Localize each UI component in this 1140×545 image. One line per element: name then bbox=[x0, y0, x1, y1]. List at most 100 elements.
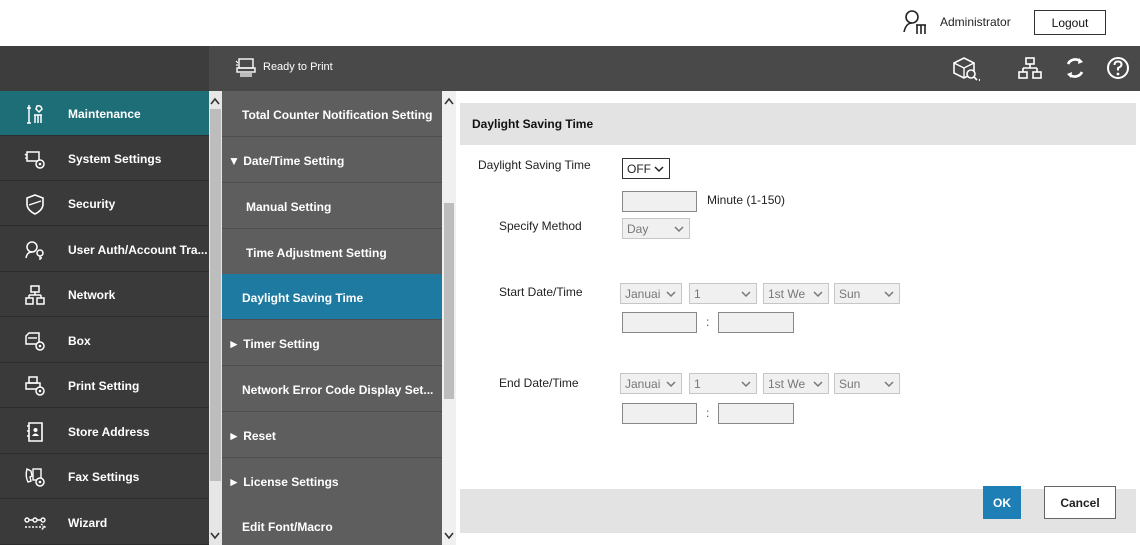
end-week-value: 1st We bbox=[768, 377, 806, 391]
network-icon bbox=[25, 285, 45, 305]
sub-menu-item-time-adjustment[interactable]: Time Adjustment Setting bbox=[222, 229, 442, 275]
start-week-select[interactable]: 1st We bbox=[763, 283, 829, 304]
end-month-select[interactable]: Januai bbox=[620, 373, 682, 394]
sub-menu-item-reset[interactable]: ► Reset bbox=[222, 412, 442, 458]
content-panel: Daylight Saving Time Daylight Saving Tim… bbox=[456, 91, 1140, 545]
left-menu-item-print-setting[interactable]: Print Setting bbox=[0, 363, 209, 408]
status-text: Ready to Print bbox=[263, 61, 333, 73]
refresh-icon[interactable] bbox=[1060, 53, 1090, 83]
sub-menu-label: Network Error Code Display Set... bbox=[242, 383, 434, 397]
sub-menu-item-total-counter[interactable]: Total Counter Notification Setting bbox=[222, 91, 442, 137]
device-search-icon[interactable] bbox=[950, 53, 980, 83]
sub-menu-item-daylight-saving[interactable]: Daylight Saving Time bbox=[222, 274, 442, 320]
user-auth-icon bbox=[25, 241, 44, 260]
sub-menu-item-network-error-code[interactable]: Network Error Code Display Set... bbox=[222, 366, 442, 412]
chevron-down-icon bbox=[813, 381, 823, 388]
sub-menu-label: Edit Font/Macro bbox=[242, 520, 333, 534]
administrator-icon bbox=[903, 10, 926, 34]
left-menu-scrollbar[interactable] bbox=[209, 91, 222, 545]
left-menu-item-network[interactable]: Network bbox=[0, 272, 209, 317]
top-bar: Administrator Logout bbox=[0, 0, 1140, 46]
left-menu-label: Box bbox=[68, 334, 91, 348]
chevron-down-icon bbox=[666, 381, 676, 388]
left-menu-label: Security bbox=[68, 197, 116, 211]
end-day-select[interactable]: 1 bbox=[689, 373, 757, 394]
start-month-select[interactable]: Januai bbox=[620, 283, 682, 304]
scroll-down-icon[interactable] bbox=[209, 531, 221, 541]
sub-menu: Total Counter Notification Setting ▼ Dat… bbox=[222, 91, 442, 545]
sub-menu-scroll-thumb[interactable] bbox=[444, 203, 454, 399]
minute-input[interactable] bbox=[622, 191, 697, 212]
left-menu-item-maintenance[interactable]: Maintenance bbox=[0, 91, 209, 136]
scroll-down-icon[interactable] bbox=[443, 531, 455, 541]
start-minute-input[interactable] bbox=[718, 312, 794, 333]
sub-menu-item-edit-font-macro[interactable]: Edit Font/Macro bbox=[222, 503, 442, 545]
left-menu-item-box[interactable]: Box bbox=[0, 318, 209, 363]
specify-method-value: Day bbox=[627, 222, 649, 236]
time-separator: : bbox=[706, 315, 710, 329]
dst-select-value: OFF bbox=[627, 162, 651, 176]
left-menu-label: Network bbox=[68, 288, 116, 302]
cancel-button[interactable]: Cancel bbox=[1044, 486, 1116, 519]
ok-button[interactable]: OK bbox=[983, 486, 1021, 519]
left-menu-label: Wizard bbox=[68, 516, 108, 530]
sub-menu-label: Manual Setting bbox=[246, 200, 332, 214]
chevron-down-icon bbox=[666, 291, 676, 298]
fax-icon bbox=[25, 467, 45, 487]
sub-menu-label: Daylight Saving Time bbox=[242, 291, 364, 305]
sub-menu-label: Time Adjustment Setting bbox=[246, 246, 387, 260]
wizard-icon bbox=[24, 517, 46, 531]
system-settings-icon bbox=[24, 151, 45, 169]
left-menu-item-fax-settings[interactable]: Fax Settings bbox=[0, 454, 209, 499]
scroll-up-icon[interactable] bbox=[209, 96, 221, 106]
sub-menu-item-license-settings[interactable]: ► License Settings bbox=[222, 458, 442, 504]
end-weekday-select[interactable]: Sun bbox=[834, 373, 900, 394]
end-hour-input[interactable] bbox=[622, 403, 697, 424]
start-weekday-select[interactable]: Sun bbox=[834, 283, 900, 304]
start-day-value: 1 bbox=[694, 287, 701, 301]
chevron-down-icon bbox=[741, 291, 751, 298]
print-setting-icon bbox=[25, 376, 45, 396]
left-menu-item-system-settings[interactable]: System Settings bbox=[0, 136, 209, 181]
sub-menu-label: ► Timer Setting bbox=[228, 337, 320, 351]
sub-menu-item-manual-setting[interactable]: Manual Setting bbox=[222, 183, 442, 229]
start-hour-input[interactable] bbox=[622, 312, 697, 333]
start-weekday-value: Sun bbox=[839, 287, 861, 301]
chevron-down-icon bbox=[741, 381, 751, 388]
left-menu-label: Print Setting bbox=[68, 379, 140, 393]
start-day-select[interactable]: 1 bbox=[689, 283, 757, 304]
minute-range-label: Minute (1-150) bbox=[707, 193, 786, 207]
end-day-value: 1 bbox=[694, 377, 701, 391]
shield-icon bbox=[26, 194, 44, 215]
status-bar-left bbox=[0, 46, 209, 91]
start-month-value: Januai bbox=[625, 287, 661, 301]
help-icon[interactable] bbox=[1103, 53, 1133, 83]
left-menu-item-user-auth[interactable]: User Auth/Account Tra... bbox=[0, 227, 209, 272]
specify-method-label: Specify Method bbox=[499, 219, 582, 233]
chevron-down-icon bbox=[813, 291, 823, 298]
content-header: Daylight Saving Time bbox=[460, 103, 1136, 145]
start-date-time-label: Start Date/Time bbox=[499, 285, 583, 299]
end-weekday-value: Sun bbox=[839, 377, 861, 391]
sub-menu-item-date-time-setting[interactable]: ▼ Date/Time Setting bbox=[222, 137, 442, 183]
left-menu-scroll-thumb[interactable] bbox=[210, 109, 221, 481]
left-menu-label: User Auth/Account Tra... bbox=[68, 243, 208, 257]
end-minute-input[interactable] bbox=[718, 403, 794, 424]
scroll-up-icon[interactable] bbox=[443, 96, 455, 106]
printer-status-icon bbox=[235, 58, 256, 77]
network-map-icon[interactable] bbox=[1015, 53, 1045, 83]
sub-menu-item-timer-setting[interactable]: ► Timer Setting bbox=[222, 320, 442, 366]
left-menu-item-wizard[interactable]: Wizard bbox=[0, 500, 209, 545]
logout-button[interactable]: Logout bbox=[1034, 10, 1106, 35]
sub-menu-label: Total Counter Notification Setting bbox=[242, 108, 433, 122]
sub-menu-scrollbar[interactable] bbox=[442, 91, 456, 545]
page-title: Daylight Saving Time bbox=[472, 117, 594, 131]
left-menu-item-store-address[interactable]: Store Address bbox=[0, 409, 209, 454]
chevron-down-icon bbox=[654, 166, 664, 173]
specify-method-select[interactable]: Day bbox=[622, 218, 690, 239]
sub-menu-label: ► Reset bbox=[228, 429, 276, 443]
left-menu-label: Maintenance bbox=[68, 107, 141, 121]
end-week-select[interactable]: 1st We bbox=[763, 373, 829, 394]
left-menu-item-security[interactable]: Security bbox=[0, 181, 209, 226]
dst-select[interactable]: OFF bbox=[622, 158, 670, 179]
